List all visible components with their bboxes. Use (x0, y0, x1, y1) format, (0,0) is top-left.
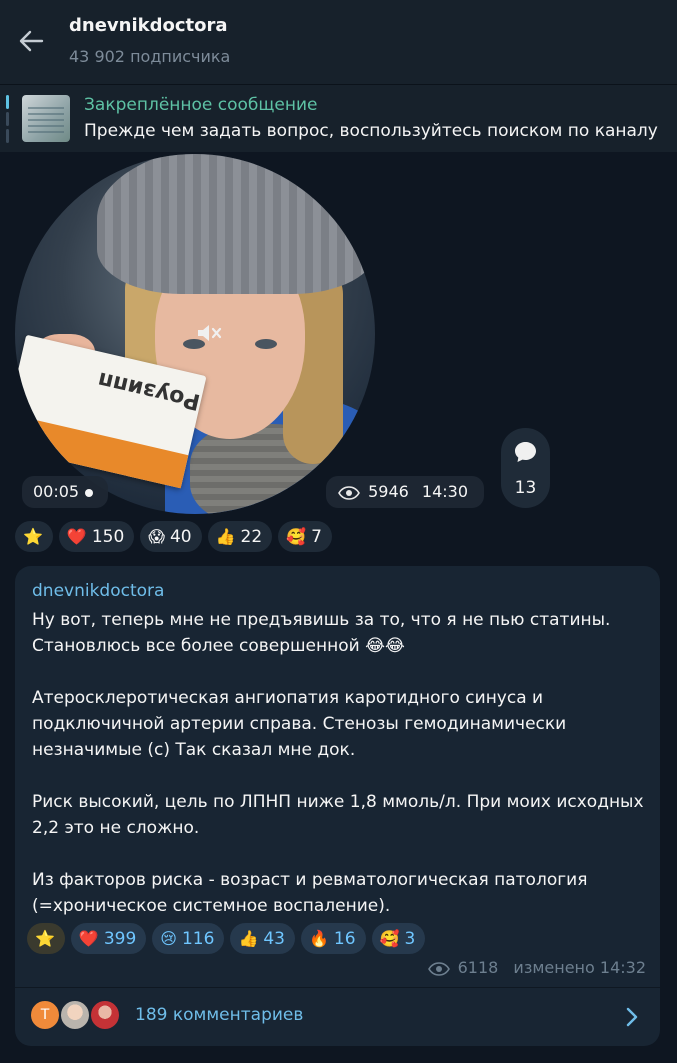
video-meta: 5946 14:30 (326, 476, 484, 508)
reaction-thumbs-up[interactable]: 👍 43 (230, 923, 295, 954)
muted-speaker-icon[interactable] (195, 321, 223, 345)
message-paragraph: Из факторов риска - возраст и ревматолог… (32, 870, 588, 916)
pinned-message-bar[interactable]: Закреплённое сообщение Прежде чем задать… (0, 84, 677, 152)
reaction-crying[interactable]: 😢 116 (152, 923, 225, 954)
video-comments-count: 13 (514, 478, 537, 498)
channel-title[interactable]: dnevnikdoctora (69, 15, 228, 36)
comments-count-label: 189 комментариев (135, 1005, 304, 1025)
message-reactions: ⭐ ❤️ 399 😢 116 👍 43 🔥 16 🥰 3 (27, 923, 426, 954)
message-meta: 6118 изменено 14:32 (427, 958, 646, 977)
pinned-indicator (6, 95, 9, 143)
message-views: 6118 (457, 958, 499, 977)
chevron-right-icon (626, 1007, 638, 1027)
reaction-fire[interactable]: 🔥 16 (301, 923, 366, 954)
comment-icon (515, 442, 536, 462)
reaction-star[interactable]: ⭐ (15, 521, 53, 552)
reaction-smiling-hearts[interactable]: 🥰 3 (371, 923, 426, 954)
message-paragraph: Атеросклеротическая ангиопатия каротидно… (32, 688, 567, 760)
video-reactions: ⭐ ❤️ 150 😱 40 👍 22 🥰 7 (15, 521, 332, 552)
reaction-star[interactable]: ⭐ (27, 923, 65, 954)
commenter-avatar: Т (29, 999, 61, 1031)
views-eye-icon (427, 961, 450, 976)
subscriber-count: 43 902 подписчика (69, 47, 231, 66)
video-message-circle[interactable]: Роузипп (15, 154, 375, 514)
medicine-brand: Роузипп (95, 366, 203, 415)
message-body: Ну вот, теперь мне не предъявишь за то, … (32, 607, 652, 919)
reaction-smiling-hearts[interactable]: 🥰 7 (278, 521, 332, 552)
chat-header: dnevnikdoctora 43 902 подписчика (0, 0, 677, 84)
commenter-avatar (89, 999, 121, 1031)
text-message-bubble: dnevnikdoctora Ну вот, теперь мне не пре… (15, 566, 660, 1046)
video-duration: 00:05 (22, 476, 108, 508)
reaction-heart[interactable]: ❤️ 150 (58, 521, 135, 552)
back-arrow-icon[interactable] (14, 24, 48, 58)
reaction-heart[interactable]: ❤️ 399 (70, 923, 147, 954)
pinned-label: Закреплённое сообщение (84, 95, 318, 115)
video-comments-button[interactable]: 13 (501, 428, 550, 508)
recording-dot-icon (85, 488, 94, 497)
message-paragraph: Риск высокий, цель по ЛПНП ниже 1,8 ммол… (32, 792, 644, 838)
message-paragraph: Ну вот, теперь мне не предъявишь за то, … (32, 610, 611, 656)
reaction-scream[interactable]: 😱 40 (140, 521, 202, 552)
video-time: 14:30 (421, 482, 469, 501)
pinned-thumbnail (22, 95, 70, 142)
comments-link[interactable]: Т 189 комментариев (15, 988, 660, 1046)
views-eye-icon (338, 485, 360, 500)
reaction-thumbs-up[interactable]: 👍 22 (207, 521, 273, 552)
message-edited-time: изменено 14:32 (513, 958, 646, 977)
pinned-text: Прежде чем задать вопрос, воспользуйтесь… (84, 121, 658, 141)
video-views: 5946 (368, 482, 409, 501)
commenter-avatar (59, 999, 91, 1031)
message-author[interactable]: dnevnikdoctora (32, 581, 164, 601)
